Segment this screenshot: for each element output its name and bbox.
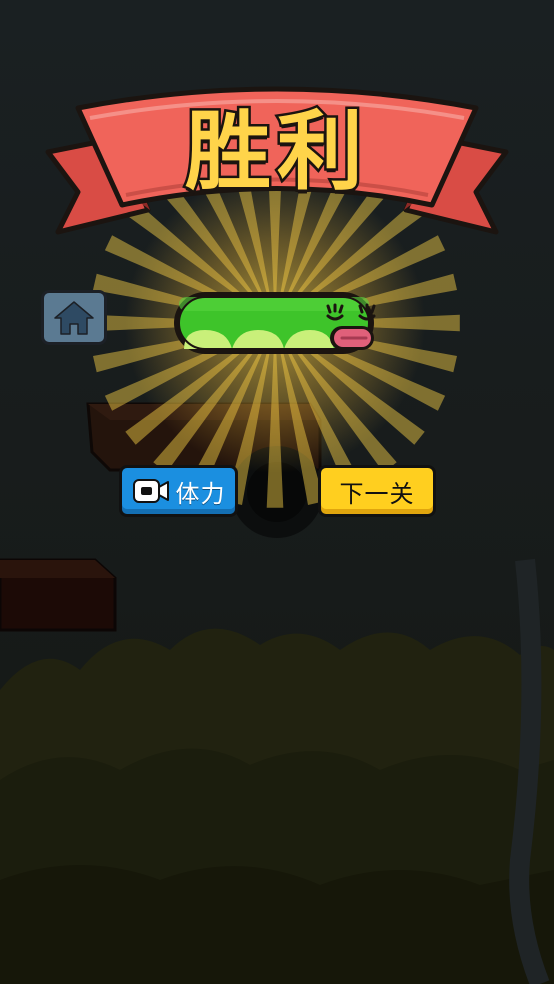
video-camera-icon: [132, 479, 169, 503]
home-icon: [54, 300, 94, 335]
next-level-button[interactable]: 下一关: [318, 465, 436, 517]
snake-tongue: [330, 326, 374, 350]
next-level-label: 下一关: [339, 479, 415, 508]
energy-button-label: 体力: [175, 479, 226, 508]
snake-character: [174, 292, 376, 354]
energy-video-button[interactable]: 体力: [119, 465, 238, 517]
home-button[interactable]: [41, 290, 107, 345]
